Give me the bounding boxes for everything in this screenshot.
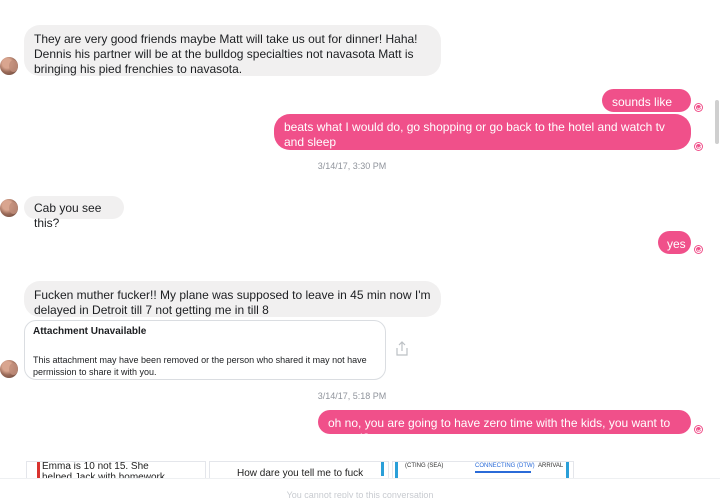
- outgoing-message: yes: [658, 231, 691, 254]
- sender-avatar[interactable]: [0, 199, 18, 217]
- seen-check-icon: [695, 104, 702, 111]
- incoming-message: They are very good friends maybe Matt wi…: [24, 25, 441, 76]
- message-text: They are very good friends maybe Matt wi…: [34, 32, 418, 76]
- flight-column-label: (CTING (SEA): [405, 463, 444, 469]
- cannot-reply-notice: You cannot reply to this conversation: [286, 490, 434, 498]
- message-text: Fucken muther fucker!! My plane was supp…: [34, 288, 431, 317]
- outgoing-message: sounds like fun: [602, 89, 691, 124]
- message-text: oh no, you are going to have zero time w…: [328, 416, 671, 445]
- blue-marker: [381, 462, 384, 476]
- message-text: yes: [667, 237, 686, 251]
- attachment-description: This attachment may have been removed or…: [33, 355, 367, 377]
- message-text: Cab you see this?: [34, 201, 102, 230]
- incoming-message: Fucken muther fucker!! My plane was supp…: [24, 281, 441, 317]
- flight-column-label: CONNECTING (DTW): [475, 463, 535, 469]
- message-text: beats what I would do, go shopping or go…: [284, 120, 665, 149]
- seen-check-icon: [695, 426, 702, 433]
- share-icon[interactable]: [395, 341, 409, 357]
- seen-check-icon: [695, 143, 702, 150]
- flight-column-label: ARRIVAL: [538, 463, 564, 469]
- attachment-title: Attachment Unavailable: [33, 326, 147, 337]
- active-tab-underline: [475, 471, 531, 473]
- scrollbar-thumb[interactable]: [715, 100, 719, 144]
- scrollbar-track[interactable]: [714, 0, 720, 460]
- attachment-card[interactable]: Attachment Unavailable This attachment m…: [24, 320, 386, 380]
- outgoing-message: oh no, you are going to have zero time w…: [318, 410, 691, 445]
- sender-avatar[interactable]: [0, 57, 18, 75]
- outgoing-message: beats what I would do, go shopping or go…: [274, 114, 691, 150]
- timestamp: 3/14/17, 5:18 PM: [317, 391, 387, 401]
- composer-area: You cannot reply to this conversation: [0, 478, 720, 498]
- incoming-message: Cab you see this?: [24, 196, 124, 230]
- sender-avatar[interactable]: [0, 360, 18, 378]
- seen-check-icon: [695, 246, 702, 253]
- timestamp: 3/14/17, 3:30 PM: [317, 161, 387, 171]
